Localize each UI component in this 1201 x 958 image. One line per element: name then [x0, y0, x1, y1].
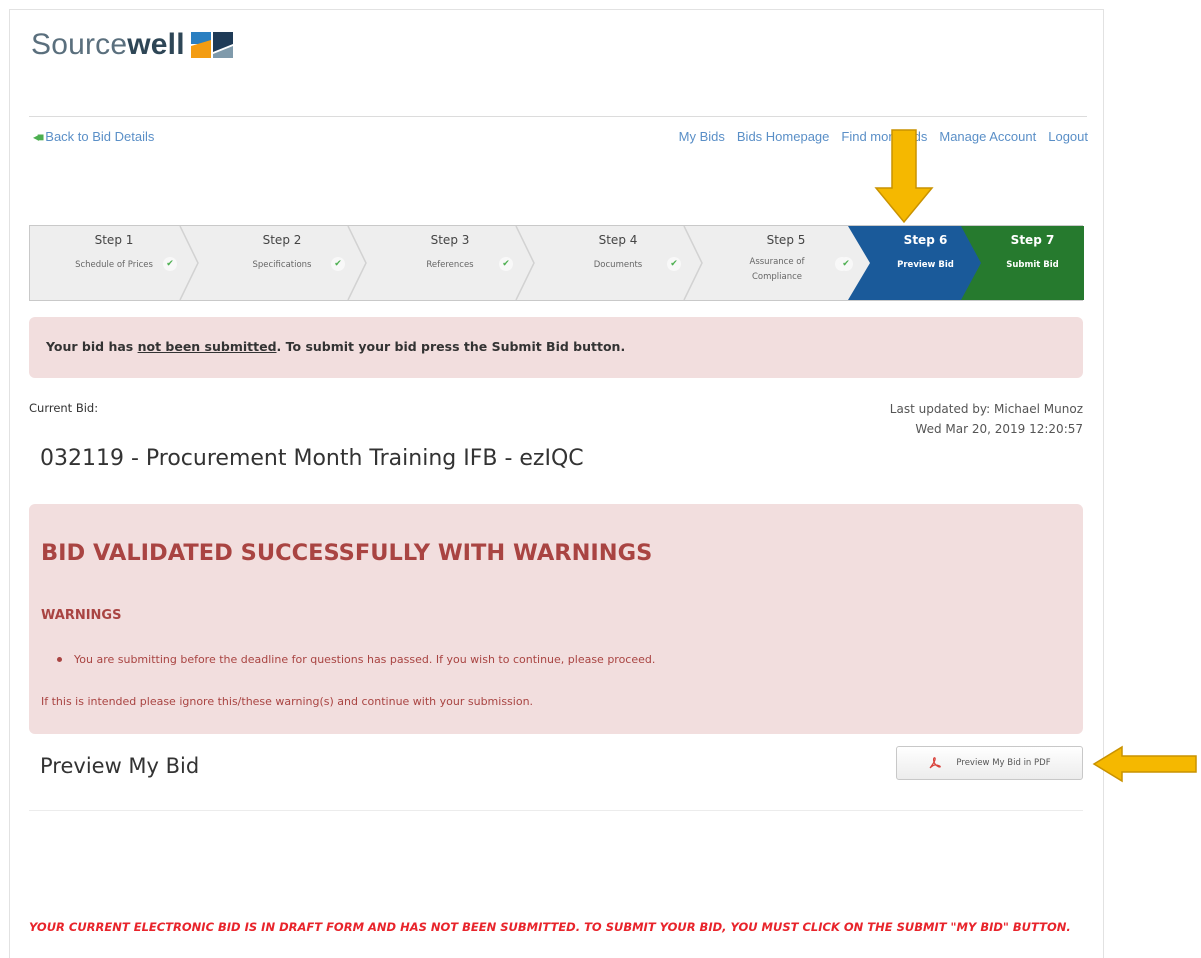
bullet-icon [57, 656, 62, 662]
step-title: Step 5 [766, 233, 806, 247]
check-icon: ✔ [667, 257, 681, 271]
nav-my-bids[interactable]: My Bids [679, 129, 725, 144]
last-updated-info: Last updated by: Michael Munoz Wed Mar 2… [890, 399, 1083, 439]
draft-notice: YOUR CURRENT ELECTRONIC BID IS IN DRAFT … [29, 920, 1071, 934]
back-link-label: Back to Bid Details [45, 129, 155, 144]
nav-manage-account[interactable]: Manage Account [939, 129, 1036, 144]
updated-at: Wed Mar 20, 2019 12:20:57 [915, 422, 1083, 436]
warning-item-text: You are submitting before the deadline f… [74, 653, 656, 666]
not-submitted-alert: Your bid has not been submitted. To subm… [29, 317, 1083, 378]
alert-emphasis: not been submitted [137, 339, 277, 354]
step-3[interactable]: Step 3 References ✔ [366, 226, 534, 300]
back-to-bid-details-link[interactable]: ◂■ Back to Bid Details [33, 129, 154, 144]
back-arrow-icon: ◂■ [33, 129, 44, 144]
section-divider [29, 810, 1083, 811]
step-title: Step 6 [903, 233, 948, 247]
nav-bids-homepage[interactable]: Bids Homepage [737, 129, 830, 144]
check-icon: ✔ [499, 257, 513, 271]
step-1[interactable]: Step 1 Schedule of Prices ✔ [30, 226, 198, 300]
logo-text: Sourcewell [31, 28, 185, 61]
current-bid-label: Current Bid: [29, 401, 99, 415]
page-frame [9, 9, 1104, 958]
alert-text-end: . To submit your bid press the Submit Bi… [276, 339, 626, 354]
step-title: Step 7 [1010, 233, 1055, 247]
step-label: Assurance of Compliance [749, 257, 805, 282]
step-label: Preview Bid [897, 260, 954, 270]
alert-text: Your bid has [46, 339, 138, 354]
check-icon: ✔ [163, 257, 177, 271]
preview-pdf-button[interactable]: Preview My Bid in PDF [896, 746, 1083, 780]
step-2[interactable]: Step 2 Specifications ✔ [198, 226, 366, 300]
header-divider [29, 116, 1087, 117]
warnings-subheading: WARNINGS [41, 608, 122, 623]
callout-arrow-down-icon [874, 129, 934, 224]
check-icon: ✔ [331, 257, 345, 271]
validation-heading: BID VALIDATED SUCCESSFULLY WITH WARNINGS [41, 540, 653, 566]
step-title: Step 4 [598, 233, 638, 247]
step-title: Step 2 [262, 233, 302, 247]
preview-heading: Preview My Bid [40, 754, 200, 778]
updated-by: Last updated by: Michael Munoz [889, 402, 1083, 416]
step-7-submit[interactable]: Step 7 Submit Bid [981, 226, 1084, 300]
step-4[interactable]: Step 4 Documents ✔ [534, 226, 702, 300]
logo-mark-icon [190, 32, 233, 58]
pdf-button-label: Preview My Bid in PDF [956, 758, 1051, 768]
callout-arrow-left-icon [1092, 745, 1197, 783]
validation-warning-panel: BID VALIDATED SUCCESSFULLY WITH WARNINGS… [29, 504, 1083, 734]
bid-title: 032119 - Procurement Month Training IFB … [40, 446, 584, 471]
warning-note: If this is intended please ignore this/t… [41, 695, 534, 708]
check-icon: ✔ [839, 257, 853, 271]
bid-steps-wizard: Step 1 Schedule of Prices ✔ Step 2 Speci… [29, 225, 1084, 301]
step-title: Step 1 [94, 233, 134, 247]
step-6-active[interactable]: Step 6 Preview Bid [870, 226, 981, 300]
nav-logout[interactable]: Logout [1048, 129, 1088, 144]
step-title: Step 3 [430, 233, 470, 247]
step-label: Submit Bid [1006, 260, 1059, 270]
sourcewell-logo[interactable]: Sourcewell [31, 28, 235, 62]
warning-item: You are submitting before the deadline f… [57, 653, 655, 666]
pdf-icon [929, 757, 942, 769]
